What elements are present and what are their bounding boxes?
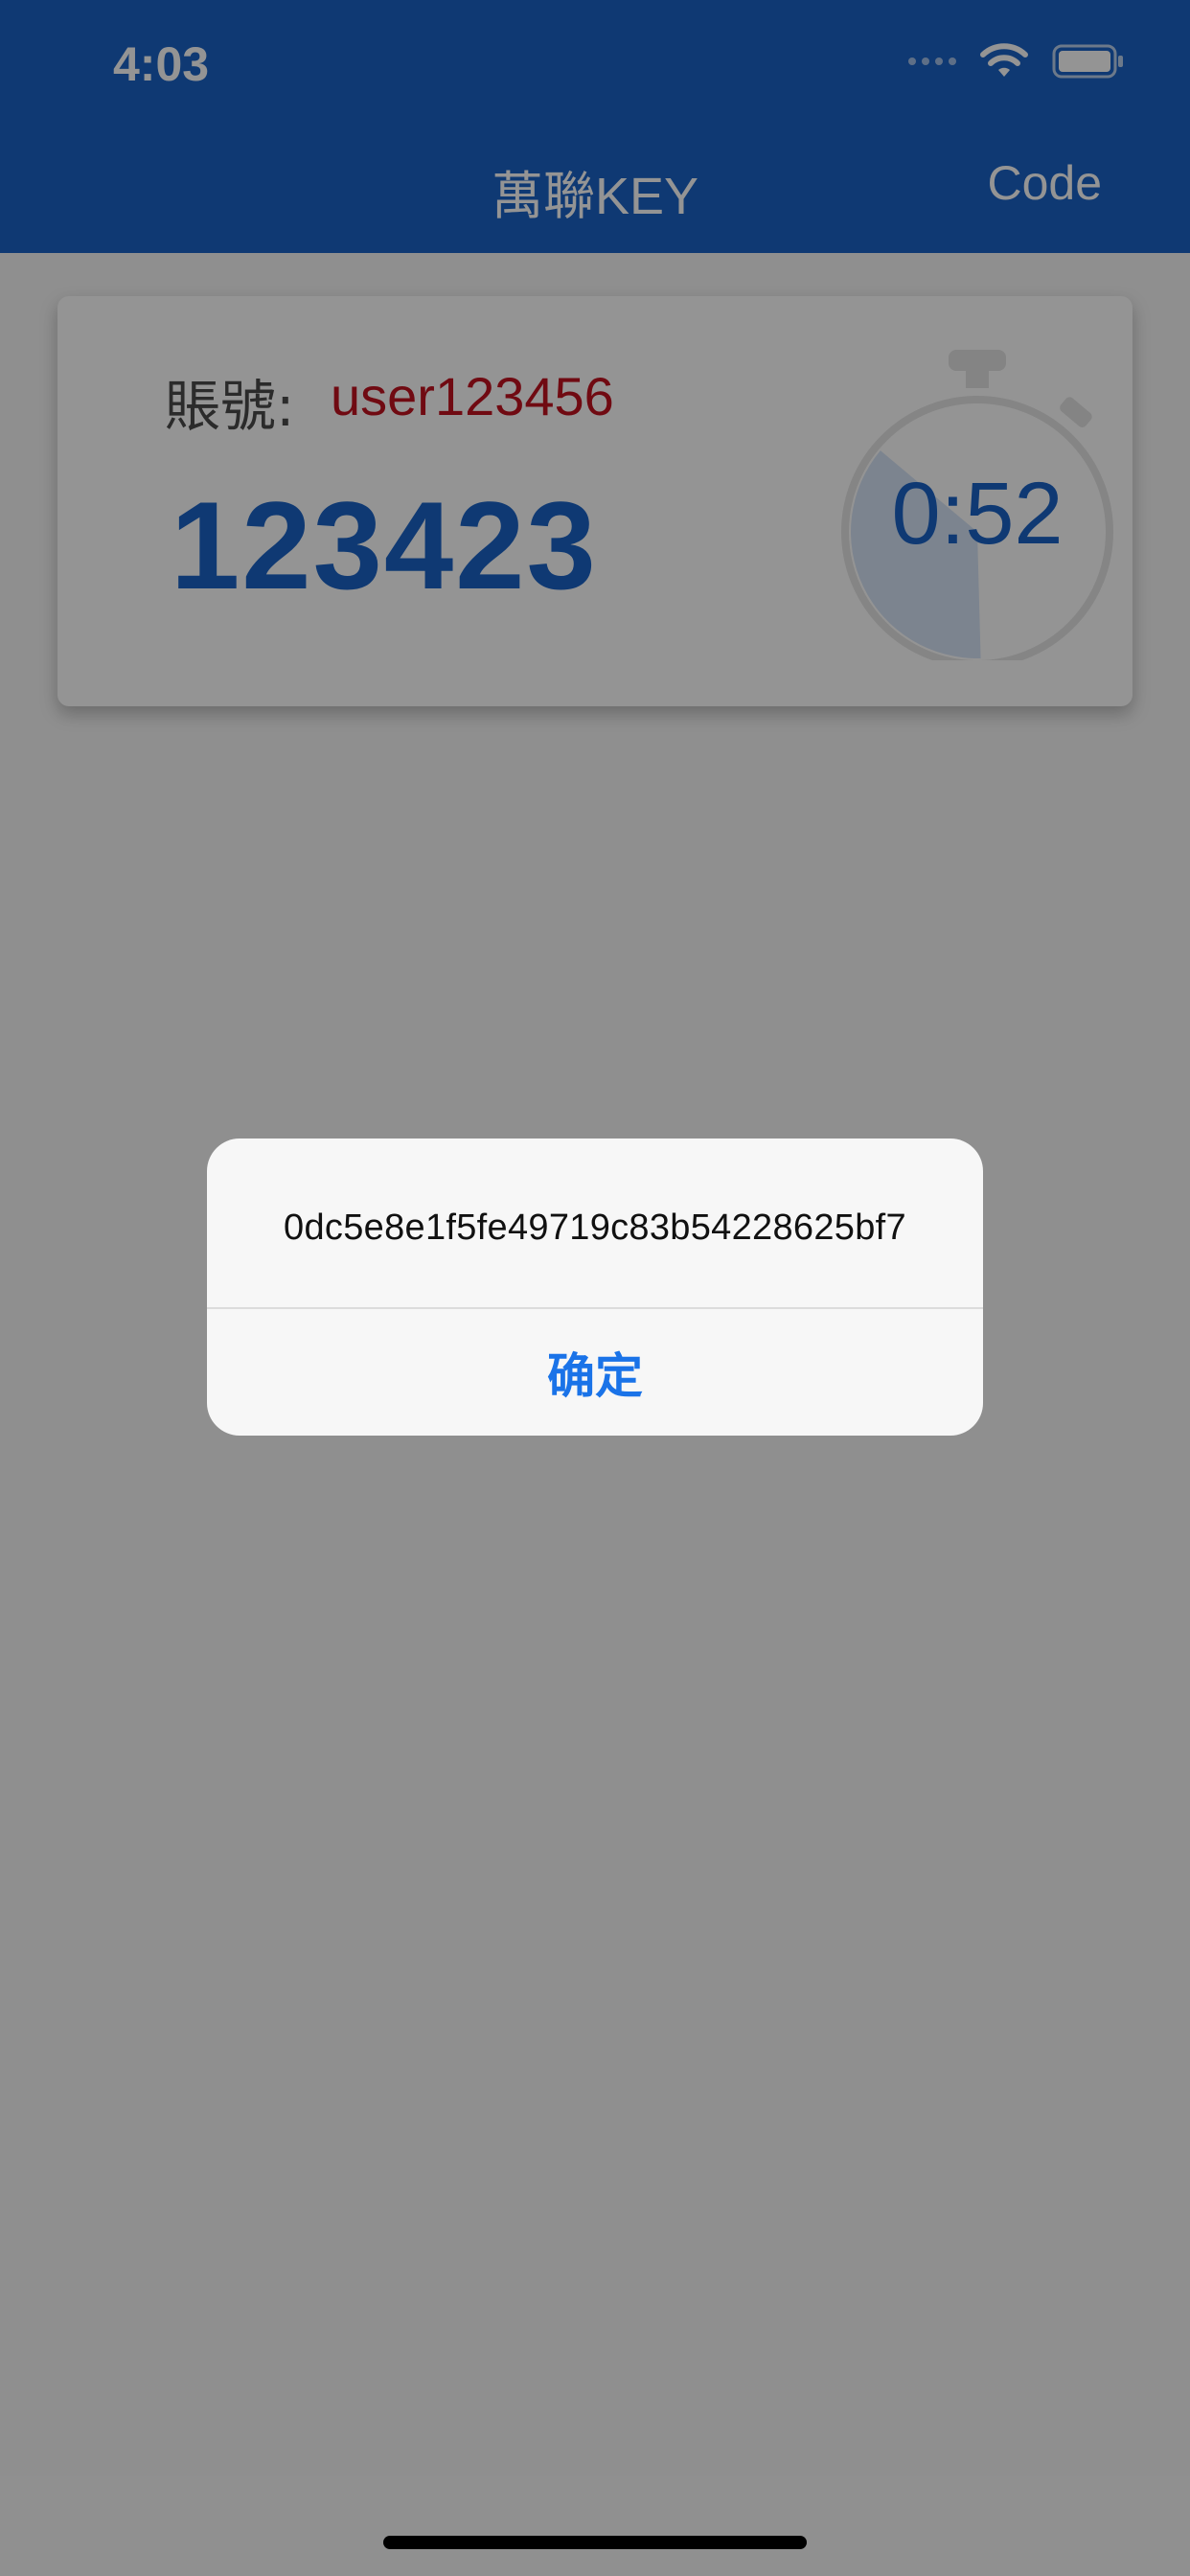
alert-dialog: 0dc5e8e1f5fe49719c83b54228625bf7 确定 xyxy=(207,1138,983,1436)
alert-message: 0dc5e8e1f5fe49719c83b54228625bf7 xyxy=(284,1208,906,1248)
home-indicator[interactable] xyxy=(383,2536,807,2549)
confirm-button[interactable]: 确定 xyxy=(207,1309,983,1436)
